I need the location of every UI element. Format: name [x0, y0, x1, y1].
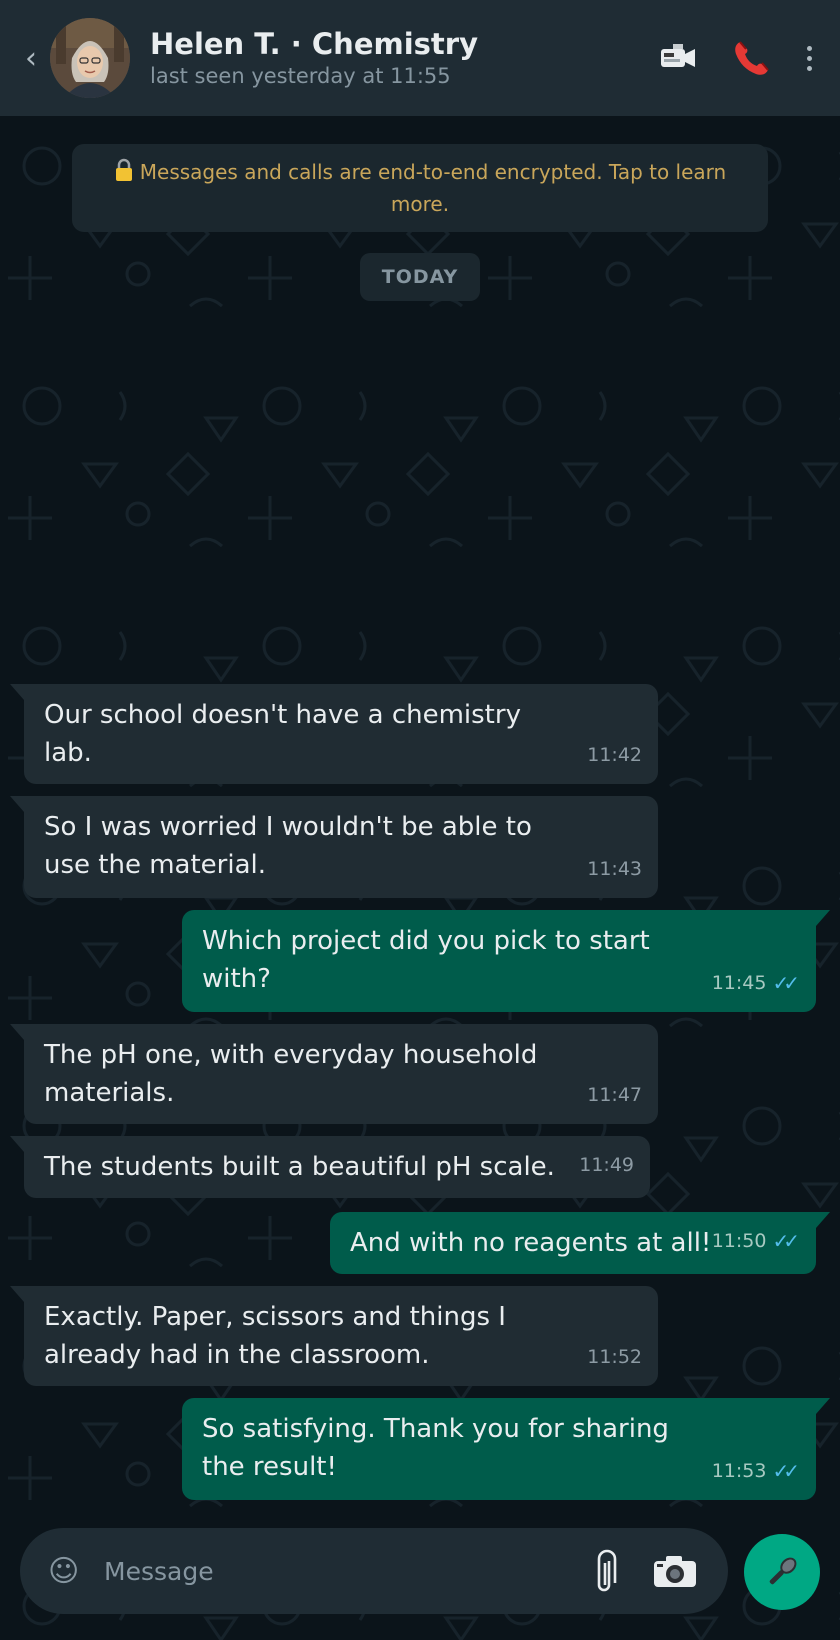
message-time: 11:43	[587, 858, 642, 880]
more-vert-icon[interactable]	[800, 38, 818, 78]
message-composer: ☺	[20, 1528, 728, 1614]
message-bubble-incoming[interactable]: So I was worried I wouldn't be able to u…	[10, 796, 658, 898]
paperclip-icon[interactable]	[582, 1546, 632, 1596]
contact-info[interactable]: Helen T. · Chemistry last seen yesterday…	[150, 26, 656, 90]
read-receipt-icon: ✓✓	[772, 1229, 799, 1253]
message-bubble-outgoing[interactable]: And with no reagents at all! 11:50 ✓✓	[330, 1212, 830, 1274]
message-text: So I was worried I wouldn't be able to u…	[44, 812, 532, 880]
header-actions	[656, 35, 840, 81]
message-bubble-incoming[interactable]: Our school doesn't have a chemistry lab.…	[10, 684, 658, 784]
microphone-icon[interactable]	[744, 1534, 820, 1610]
contact-name: Helen T. · Chemistry	[150, 27, 478, 61]
message-text: The students built a beautiful pH scale.	[44, 1152, 555, 1182]
message-time: 11:49	[579, 1154, 634, 1176]
camera-icon[interactable]	[650, 1546, 700, 1596]
message-bubble-incoming[interactable]: Exactly. Paper, scissors and things I al…	[10, 1286, 658, 1386]
encryption-notice[interactable]: Messages and calls are end-to-end encryp…	[72, 144, 768, 232]
message-bubble-incoming[interactable]: The students built a beautiful pH scale.…	[10, 1136, 650, 1198]
video-call-icon[interactable]	[656, 35, 702, 81]
last-seen-status: last seen yesterday at 11:55	[150, 64, 451, 88]
chat-header: ‹ Helen T. · Chemistry last seen yesterd…	[0, 0, 840, 116]
message-text: Which project did you pick to start with…	[202, 926, 650, 994]
message-bubble-incoming[interactable]: The pH one, with everyday household mate…	[10, 1024, 658, 1124]
lock-icon	[115, 158, 132, 181]
message-text: The pH one, with everyday household mate…	[44, 1040, 538, 1108]
message-time: 11:42	[587, 744, 642, 766]
avatar[interactable]	[50, 18, 130, 98]
chat-screen: ‹ Helen T. · Chemistry last seen yesterd…	[0, 0, 840, 1640]
message-text: Our school doesn't have a chemistry lab.	[44, 700, 521, 768]
message-time: 11:50	[711, 1230, 767, 1252]
message-time: 11:47	[587, 1084, 642, 1106]
message-bubble-outgoing[interactable]: Which project did you pick to start with…	[182, 910, 830, 1012]
date-chip: TODAY	[360, 253, 480, 301]
message-time: 11:52	[587, 1346, 642, 1368]
read-receipt-icon: ✓✓	[772, 1459, 799, 1483]
message-input[interactable]	[104, 1556, 582, 1586]
message-bubble-outgoing[interactable]: So satisfying. Thank you for sharing the…	[182, 1398, 830, 1500]
message-text: Exactly. Paper, scissors and things I al…	[44, 1302, 506, 1370]
read-receipt-icon: ✓✓	[772, 971, 799, 995]
chevron-left-icon[interactable]: ‹	[0, 0, 50, 116]
message-time: 11:53	[711, 1460, 767, 1482]
emoji-icon[interactable]: ☺	[48, 1554, 104, 1589]
message-time: 11:45	[711, 972, 767, 994]
encryption-notice-text: Messages and calls are end-to-end encryp…	[139, 160, 727, 216]
phone-call-icon[interactable]	[728, 35, 774, 81]
message-text: So satisfying. Thank you for sharing the…	[202, 1414, 669, 1482]
